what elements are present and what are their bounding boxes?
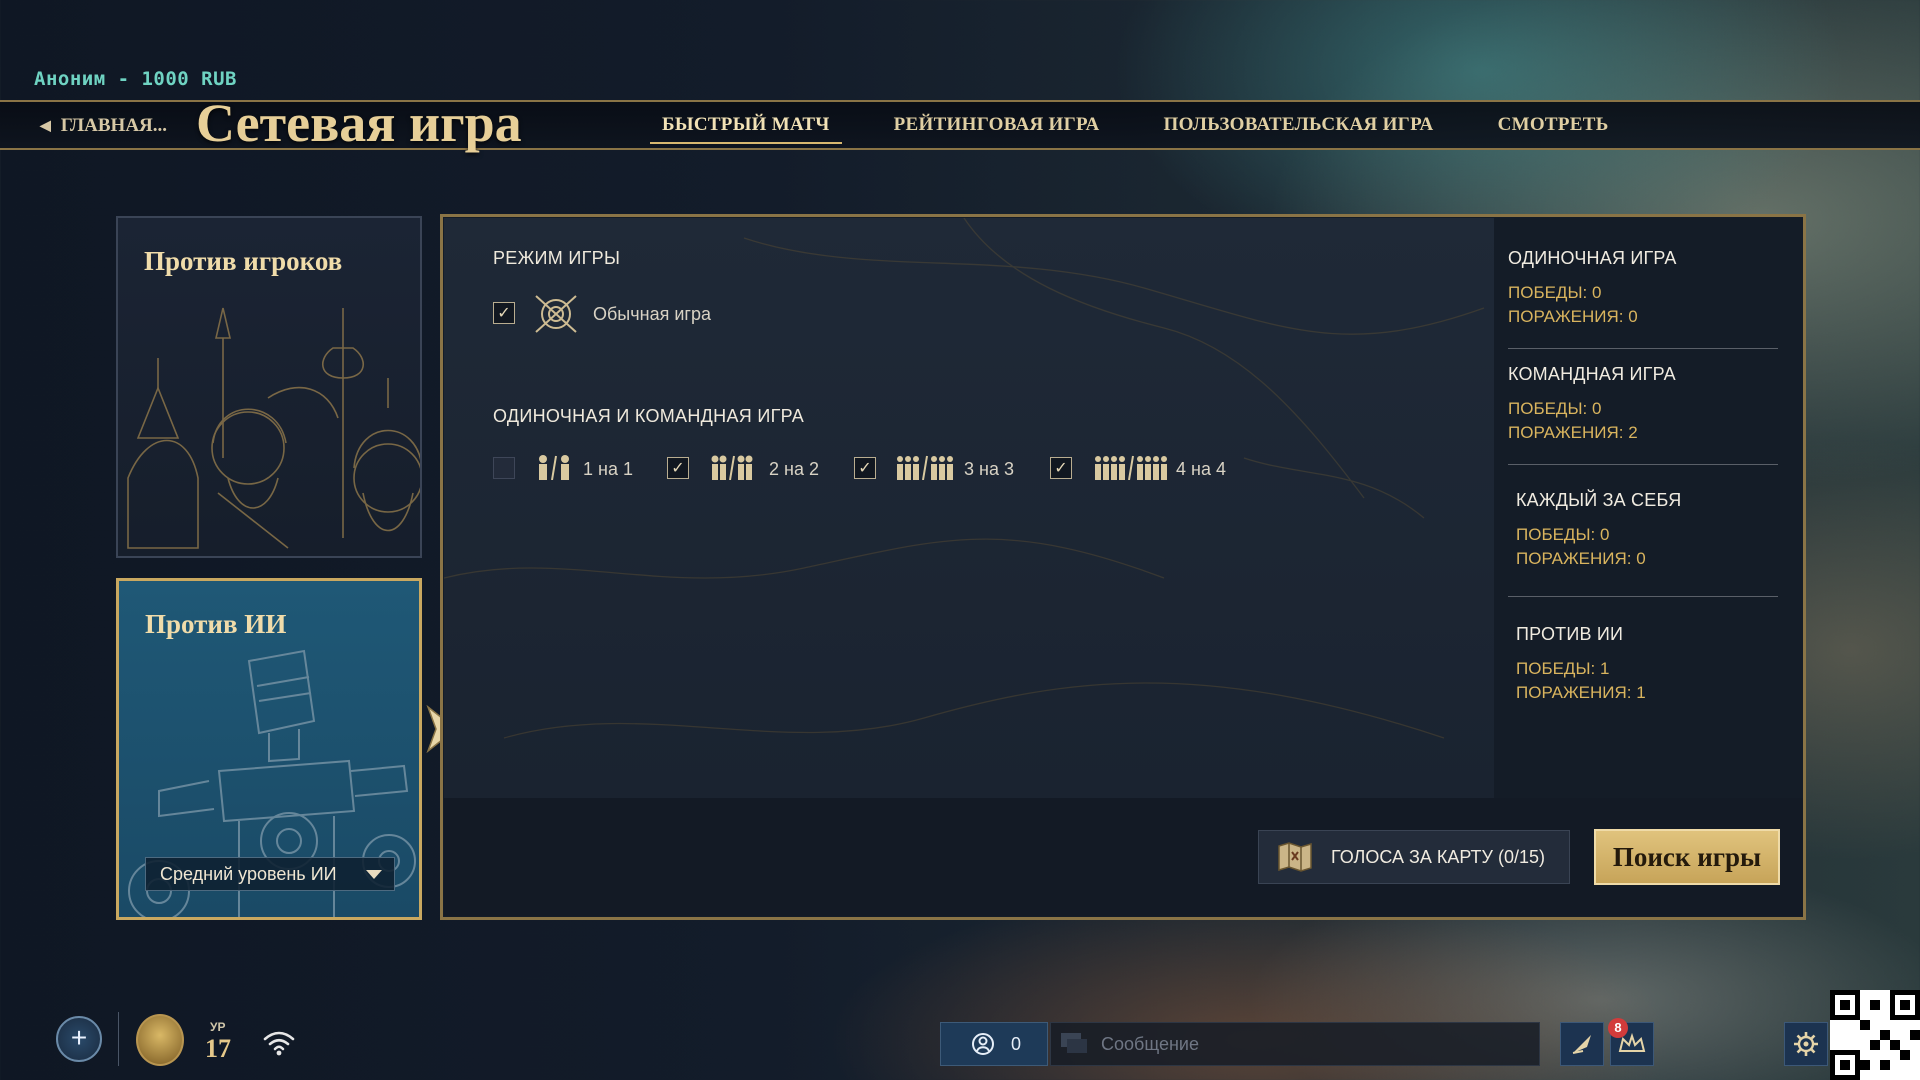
normal-game-checkbox[interactable]: ✓ [493,302,515,324]
stat-solo-wins: ПОБЕДЫ: 0 [1508,283,1602,302]
stat-team-title: КОМАНДНАЯ ИГРА [1508,364,1676,384]
wifi-icon [263,1031,295,1056]
chevron-left-icon: ◀ [40,118,51,134]
size-2v2-checkbox[interactable]: ✓ [667,457,689,479]
notifications-badge: 8 [1608,1018,1628,1038]
back-to-main-link[interactable]: ◀ ГЛАВНАЯ... [40,112,167,140]
stat-solo-losses: ПОРАЖЕНИЯ: 0 [1508,307,1638,326]
chevron-down-icon [366,869,382,879]
stat-vs-ai-losses: ПОРАЖЕНИЯ: 1 [1516,683,1646,702]
user-account-label: Аноним - 1000 RUB [34,68,237,90]
size-3v3-label: 3 на 3 [964,459,1014,479]
ai-difficulty-value: Средний уровень ИИ [160,863,337,884]
stat-ffa-title: КАЖДЫЙ ЗА СЕБЯ [1516,490,1682,510]
back-label: ГЛАВНАЯ... [60,115,168,136]
stat-team: КОМАНДНАЯ ИГРА ПОБЕДЫ: 0 ПОРАЖЕНИЯ: 2 [1508,364,1778,445]
size-1v1-label: 1 на 1 [583,459,633,479]
stat-ffa-wins: ПОБЕДЫ: 0 [1516,525,1610,544]
find-game-button[interactable]: Поиск игры [1594,829,1780,885]
warriors-illustration [127,307,420,549]
flag-signal-icon [1572,1035,1591,1054]
map-vote-label: ГОЛОСА ЗА КАРТУ (0/15) [1331,846,1545,867]
vs-ai-title: Против ИИ [145,609,287,639]
stat-vs-ai-title: ПРОТИВ ИИ [1516,624,1624,644]
map-vote-button[interactable]: ГОЛОСА ЗА КАРТУ (0/15) [1258,830,1570,884]
match-options: РЕЖИМ ИГРЫ ✓ Обычная игра ОДИНОЧНАЯ И КО… [444,218,1494,798]
stat-solo-title: ОДИНОЧНАЯ ИГРА [1508,248,1677,268]
signal-button[interactable] [1560,1022,1604,1066]
map-vote-icon [1278,842,1312,872]
stat-ffa: КАЖДЫЙ ЗА СЕБЯ ПОБЕДЫ: 0 ПОРАЖЕНИЯ: 0 [1516,490,1786,571]
add-button[interactable]: + [56,1016,102,1062]
stat-divider [1508,464,1778,465]
mode-tabs: БЫСТРЫЙ МАТЧ РЕЙТИНГОВАЯ ИГРА ПОЛЬЗОВАТЕ… [630,100,1641,150]
size-4v4-label: 4 на 4 [1176,459,1226,479]
players-2v2-icon [711,455,753,480]
stat-divider [1508,348,1778,349]
stat-team-losses: ПОРАЖЕНИЯ: 2 [1508,423,1638,442]
tab-custom[interactable]: ПОЛЬЗОВАТЕЛЬСКАЯ ИГРА [1132,100,1466,150]
tab-watch[interactable]: СМОТРЕТЬ [1466,100,1641,150]
stat-ffa-losses: ПОРАЖЕНИЯ: 0 [1516,549,1646,568]
players-4v4-icon [1095,455,1167,480]
vs-players-card[interactable]: Против игроков [116,216,422,558]
vs-ai-card[interactable]: Против ИИ Средний уровень ИИ [116,578,422,920]
stat-vs-ai: ПРОТИВ ИИ ПОБЕДЫ: 1 ПОРАЖЕНИЯ: 1 [1516,624,1786,705]
friends-button[interactable]: 0 [940,1022,1048,1066]
qr-pattern [1830,990,1920,1080]
size-2v2-label: 2 на 2 [769,459,819,479]
bottom-divider [118,1012,119,1066]
player-avatar[interactable] [136,1014,184,1066]
ai-difficulty-select[interactable]: Средний уровень ИИ [145,857,395,891]
stat-team-wins: ПОБЕДЫ: 0 [1508,399,1602,418]
normal-game-label: Обычная игра [593,304,711,324]
chat-box [1050,1022,1540,1066]
crossed-swords-shield-icon [535,295,577,333]
size-4v4-checkbox[interactable]: ✓ [1050,457,1072,479]
chat-bubble-icon [1061,1033,1087,1053]
message-input[interactable] [1101,1033,1539,1055]
stats-panel: ОДИНОЧНАЯ ИГРА ПОБЕДЫ: 0 ПОРАЖЕНИЯ: 0 КО… [1494,218,1804,798]
game-mode-heading: РЕЖИМ ИГРЫ [493,248,621,268]
settings-button[interactable] [1784,1022,1828,1066]
stat-solo: ОДИНОЧНАЯ ИГРА ПОБЕДЫ: 0 ПОРАЖЕНИЯ: 0 [1508,248,1778,329]
stat-vs-ai-wins: ПОБЕДЫ: 1 [1516,659,1610,678]
size-3v3-checkbox[interactable]: ✓ [854,457,876,479]
tab-quick-match[interactable]: БЫСТРЫЙ МАТЧ [630,100,862,150]
level-caption: УР [210,1020,226,1034]
size-1v1-checkbox[interactable] [493,457,515,479]
vs-players-title: Против игроков [144,246,343,276]
stat-divider [1508,596,1778,597]
player-level: 17 [205,1034,231,1063]
players-3v3-icon [897,455,953,480]
friends-count: 0 [1011,1033,1022,1054]
qr-code [1830,990,1920,1080]
players-1v1-icon [539,455,569,480]
page-title: Сетевая игра [196,93,522,153]
tab-ranked[interactable]: РЕЙТИНГОВАЯ ИГРА [862,100,1132,150]
team-game-heading: ОДИНОЧНАЯ И КОМАНДНАЯ ИГРА [493,406,805,426]
friends-icon [972,1033,994,1055]
gear-icon [1794,1032,1818,1056]
